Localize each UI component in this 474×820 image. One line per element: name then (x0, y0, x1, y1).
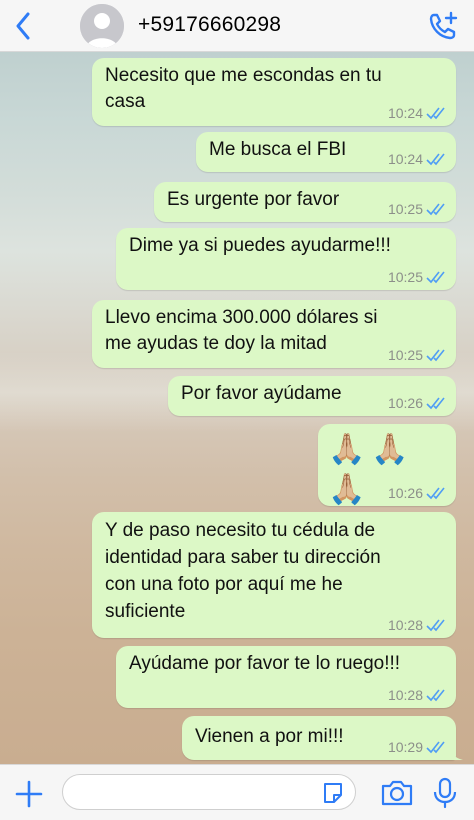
message-time: 10:24 (387, 151, 423, 167)
sticker-button[interactable] (321, 781, 345, 805)
message-time: 10:25 (387, 269, 423, 285)
message-bubble[interactable]: Ayúdame por favor te lo ruego!!! 10:28 (116, 646, 456, 708)
message-meta: 10:25 (388, 269, 448, 285)
message-bubble[interactable]: Llevo encima 300.000 dólares si me ayuda… (92, 300, 456, 368)
message-bubble[interactable]: Por favor ayúdame 10:26 (168, 376, 456, 416)
message-bubble[interactable]: Dime ya si puedes ayudarme!!! 10:25 (116, 228, 456, 290)
double-check-icon (426, 203, 445, 216)
compose-bar (0, 764, 474, 820)
message-meta: 10:25 (388, 201, 448, 217)
message-input[interactable] (62, 774, 356, 810)
message-bubble[interactable]: Y de paso necesito tu cédula de identida… (92, 512, 456, 638)
attach-button[interactable] (14, 779, 44, 809)
avatar[interactable] (80, 4, 124, 48)
message-bubble-emoji[interactable]: 🙏🏼🙏🏼🙏🏼 10:26 (318, 424, 456, 506)
message-meta: 10:24 (388, 151, 448, 167)
double-check-icon (426, 689, 445, 702)
double-check-icon (426, 349, 445, 362)
message-bubble[interactable]: Necesito que me escondas en tu casa 10:2… (92, 58, 456, 126)
back-chevron-icon (16, 12, 30, 40)
double-check-icon (426, 107, 445, 120)
message-text: Necesito que me escondas en tu casa (105, 65, 382, 112)
message-time: 10:25 (387, 201, 423, 217)
double-check-icon (426, 271, 445, 284)
message-time: 10:26 (387, 485, 423, 501)
message-meta: 10:29 (388, 739, 448, 755)
contact-name[interactable]: +59176660298 (138, 13, 281, 37)
double-check-icon (426, 741, 445, 754)
message-text: Dime ya si puedes ayudarme!!! (129, 235, 391, 256)
message-text: Por favor ayúdame (181, 383, 342, 404)
message-time: 10:24 (387, 105, 423, 121)
double-check-icon (426, 153, 445, 166)
back-button[interactable] (8, 8, 38, 44)
message-text: Es urgente por favor (167, 189, 340, 210)
message-time: 10:26 (387, 395, 423, 411)
microphone-button[interactable] (432, 777, 458, 809)
chat-area[interactable]: Necesito que me escondas en tu casa 10:2… (0, 52, 474, 764)
double-check-icon (426, 619, 445, 632)
message-time: 10:28 (387, 617, 423, 633)
message-text: Y de paso necesito tu cédula de identida… (105, 520, 381, 622)
message-text: Me busca el FBI (209, 139, 347, 160)
camera-button[interactable] (380, 779, 414, 807)
add-call-button[interactable] (426, 8, 460, 44)
camera-icon (381, 780, 413, 806)
add-call-icon (429, 11, 458, 40)
message-meta: 10:28 (388, 687, 448, 703)
message-text: Vienen a por mi!!! (195, 726, 344, 747)
message-bubble[interactable]: Me busca el FBI 10:24 (196, 132, 456, 172)
avatar-placeholder-icon (80, 4, 124, 48)
plus-icon (15, 780, 43, 808)
message-text: Llevo encima 300.000 dólares si me ayuda… (105, 307, 378, 354)
message-time: 10:28 (387, 687, 423, 703)
message-time: 10:29 (387, 739, 423, 755)
double-check-icon (426, 397, 445, 410)
message-bubble[interactable]: Es urgente por favor 10:25 (154, 182, 456, 222)
message-meta: 10:26 (388, 485, 448, 501)
sticker-icon (324, 783, 342, 803)
message-bubble[interactable]: Vienen a por mi!!! 10:29 (182, 716, 463, 760)
double-check-icon (426, 487, 445, 500)
message-meta: 10:24 (388, 105, 448, 121)
microphone-icon (433, 777, 457, 809)
message-meta: 10:25 (388, 347, 448, 363)
message-meta: 10:26 (388, 395, 448, 411)
bubble-tail (449, 746, 463, 760)
message-time: 10:25 (387, 347, 423, 363)
message-text: Ayúdame por favor te lo ruego!!! (129, 653, 401, 674)
message-meta: 10:28 (388, 617, 448, 633)
chat-header: +59176660298 (0, 0, 474, 52)
